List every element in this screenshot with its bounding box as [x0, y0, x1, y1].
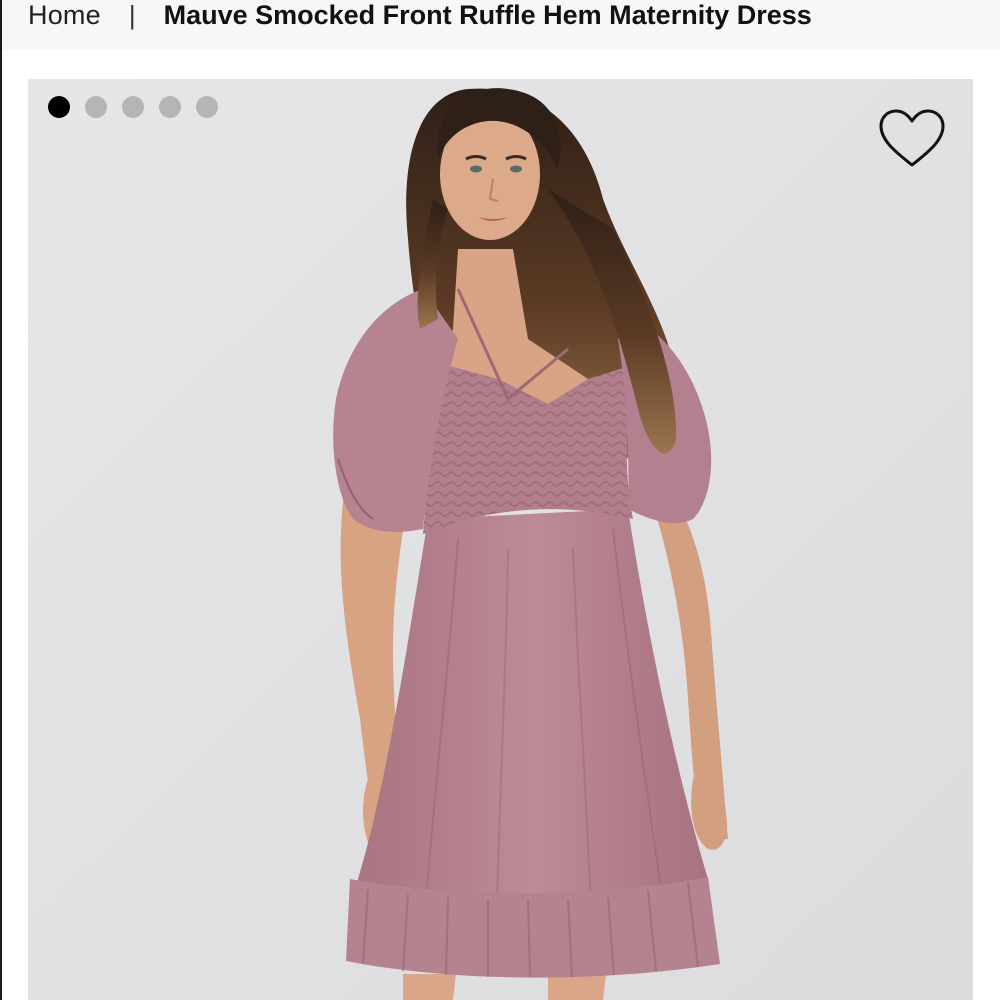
pagination-dot-2[interactable]	[85, 96, 107, 118]
breadcrumb-separator: |	[128, 0, 136, 30]
breadcrumb-current-page: Mauve Smocked Front Ruffle Hem Maternity…	[163, 0, 812, 30]
breadcrumb: Home | Mauve Smocked Front Ruffle Hem Ma…	[2, 0, 1000, 50]
product-photo[interactable]	[28, 79, 973, 1000]
pagination-dot-4[interactable]	[159, 96, 181, 118]
breadcrumb-home-link[interactable]: Home	[28, 1, 101, 29]
window-edge	[0, 0, 2, 1000]
product-image-gallery[interactable]	[28, 79, 973, 1000]
image-pagination-dots	[48, 96, 218, 118]
pagination-dot-1[interactable]	[48, 96, 70, 118]
pagination-dot-3[interactable]	[122, 96, 144, 118]
heart-outline-icon[interactable]	[877, 107, 947, 171]
pagination-dot-5[interactable]	[196, 96, 218, 118]
